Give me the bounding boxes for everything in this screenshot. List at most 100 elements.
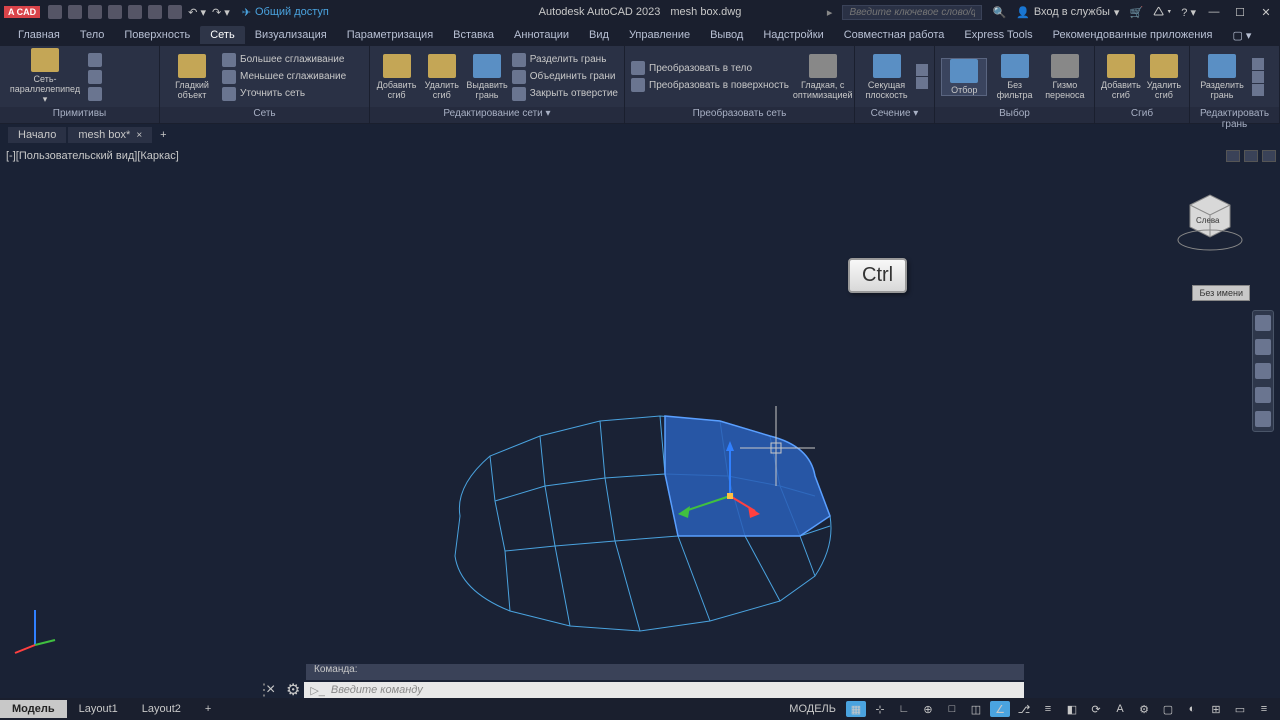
- tab-home[interactable]: Главная: [8, 26, 70, 44]
- viewcube[interactable]: Слева: [1170, 180, 1250, 260]
- search-icon[interactable]: 🔍: [992, 6, 1006, 19]
- aux-icon[interactable]: [916, 64, 928, 76]
- otrack-icon[interactable]: ∠: [990, 701, 1010, 717]
- section-plane-button[interactable]: Секущая плоскость: [861, 54, 912, 100]
- crease-add-button[interactable]: Добавить сгиб: [1101, 54, 1141, 100]
- nav-pan-icon[interactable]: [1255, 339, 1271, 355]
- tab-express[interactable]: Express Tools: [954, 26, 1042, 44]
- layout-2[interactable]: Layout2: [130, 700, 193, 718]
- tab-parametric[interactable]: Параметризация: [337, 26, 443, 44]
- lineweight-icon[interactable]: ≡: [1038, 701, 1058, 717]
- nav-zoom-icon[interactable]: [1255, 363, 1271, 379]
- hardware-icon[interactable]: ⊞: [1206, 701, 1226, 717]
- cycling-icon[interactable]: ⟳: [1086, 701, 1106, 717]
- prim-aux1[interactable]: [88, 52, 102, 68]
- cart-icon[interactable]: 🛒: [1129, 6, 1143, 19]
- transparency-icon[interactable]: ◧: [1062, 701, 1082, 717]
- customization-icon[interactable]: ≡: [1254, 701, 1274, 717]
- viewport[interactable]: [0, 146, 1280, 670]
- to-surface-button[interactable]: Преобразовать в поверхность: [631, 77, 789, 93]
- close-hole-button[interactable]: Закрыть отверстие: [512, 86, 618, 102]
- grid-icon[interactable]: ▦: [846, 701, 866, 717]
- minimize-button[interactable]: —: [1206, 4, 1222, 20]
- tab-view[interactable]: Вид: [579, 26, 619, 44]
- tab-addins[interactable]: Надстройки: [753, 26, 833, 44]
- close-tab-icon[interactable]: ×: [136, 130, 142, 141]
- tab-control-icon[interactable]: ▢ ▾: [1222, 26, 1261, 45]
- search-input[interactable]: [842, 5, 982, 20]
- filter-button[interactable]: Отбор: [941, 58, 987, 96]
- workspace-icon[interactable]: ⚙: [1134, 701, 1154, 717]
- smooth-more-button[interactable]: Большее сглаживание: [222, 52, 346, 68]
- layout-model[interactable]: Модель: [0, 700, 67, 718]
- smooth-object-button[interactable]: Гладкий объект: [166, 54, 218, 100]
- vp-close-button[interactable]: [1262, 150, 1276, 162]
- aux-icon[interactable]: [1252, 84, 1264, 96]
- tab-mesh[interactable]: Сеть: [200, 26, 244, 44]
- smooth-less-button[interactable]: Меньшее сглаживание: [222, 69, 346, 85]
- tab-surface[interactable]: Поверхность: [114, 26, 200, 44]
- nav-orbit-icon[interactable]: [1255, 387, 1271, 403]
- share-button[interactable]: ✈ Общий доступ: [242, 6, 329, 19]
- clean-screen-icon[interactable]: ▭: [1230, 701, 1250, 717]
- gizmo-button[interactable]: Гизмо переноса: [1042, 54, 1088, 100]
- redo-icon[interactable]: ↷ ▾: [212, 6, 230, 19]
- tab-output[interactable]: Вывод: [700, 26, 753, 44]
- close-button[interactable]: ✕: [1258, 4, 1274, 20]
- monitor-icon[interactable]: ▢: [1158, 701, 1178, 717]
- vp-maximize-button[interactable]: [1244, 150, 1258, 162]
- layout-1[interactable]: Layout1: [67, 700, 130, 718]
- cmd-handle-icon[interactable]: ⋮: [256, 680, 266, 700]
- layout-add-button[interactable]: +: [193, 700, 223, 718]
- tab-collaborate[interactable]: Совместная работа: [834, 26, 955, 44]
- user-icon[interactable]: 👤 Вход в службы ▾: [1016, 6, 1119, 19]
- crease-del-button[interactable]: Удалить сгиб: [1145, 54, 1183, 100]
- open-icon[interactable]: [68, 5, 82, 19]
- dynamic-ucs-icon[interactable]: ⎇: [1014, 701, 1034, 717]
- aux-icon[interactable]: [1252, 58, 1264, 70]
- new-tab-button[interactable]: +: [154, 127, 172, 143]
- plot-icon[interactable]: [148, 5, 162, 19]
- ortho-icon[interactable]: ∟: [894, 701, 914, 717]
- tab-solid[interactable]: Тело: [70, 26, 115, 44]
- annotation-icon[interactable]: A: [1110, 701, 1130, 717]
- viewcube-named[interactable]: Без имени: [1192, 285, 1250, 301]
- prim-aux3[interactable]: [88, 86, 102, 102]
- prim-aux2[interactable]: [88, 69, 102, 85]
- tab-insert[interactable]: Вставка: [443, 26, 504, 44]
- aux-icon[interactable]: [1252, 71, 1264, 83]
- split-face2-button[interactable]: Разделить грань: [1196, 54, 1248, 100]
- nav-showmotion-icon[interactable]: [1255, 411, 1271, 427]
- tab-manage[interactable]: Управление: [619, 26, 700, 44]
- extrude-face-button[interactable]: Выдавить грань: [466, 54, 507, 100]
- nofilter-button[interactable]: Без фильтра: [991, 54, 1037, 100]
- aux-icon[interactable]: [916, 77, 928, 89]
- app-icon[interactable]: 🛆 ▾: [1153, 3, 1171, 22]
- split-face-button[interactable]: Разделить грань: [512, 52, 618, 68]
- help-icon[interactable]: ? ▾: [1181, 6, 1196, 19]
- add-crease-button[interactable]: Добавить сгиб: [376, 54, 417, 100]
- save-icon[interactable]: [88, 5, 102, 19]
- print-icon[interactable]: [168, 5, 182, 19]
- snap-icon[interactable]: ⊹: [870, 701, 890, 717]
- command-input[interactable]: ▷_Введите команду: [304, 682, 1024, 699]
- tab-featured[interactable]: Рекомендованные приложения: [1043, 26, 1223, 44]
- tab-annotate[interactable]: Аннотации: [504, 26, 579, 44]
- tab-current[interactable]: mesh box*×: [68, 127, 152, 143]
- merge-face-button[interactable]: Объединить грани: [512, 69, 618, 85]
- isolate-icon[interactable]: ◐: [1182, 701, 1202, 717]
- undo-icon[interactable]: ↶ ▾: [188, 6, 206, 19]
- del-crease-button[interactable]: Удалить сгиб: [421, 54, 462, 100]
- tab-visualize[interactable]: Визуализация: [245, 26, 337, 44]
- smooth-optimized-button[interactable]: Гладкая, с оптимизацией: [793, 54, 853, 100]
- vp-minimize-button[interactable]: [1226, 150, 1240, 162]
- cmd-close-icon[interactable]: ×: [266, 681, 280, 699]
- cloud-icon[interactable]: [128, 5, 142, 19]
- ucs-icon[interactable]: [10, 605, 60, 660]
- mesh-box-button[interactable]: Сеть-параллелепипед▾: [6, 48, 84, 105]
- viewport-label[interactable]: [-][Пользовательский вид][Каркас]: [6, 150, 179, 162]
- saveas-icon[interactable]: [108, 5, 122, 19]
- model-space-label[interactable]: МОДЕЛЬ: [789, 703, 836, 715]
- tab-start[interactable]: Начало: [8, 127, 66, 143]
- to-solid-button[interactable]: Преобразовать в тело: [631, 60, 789, 76]
